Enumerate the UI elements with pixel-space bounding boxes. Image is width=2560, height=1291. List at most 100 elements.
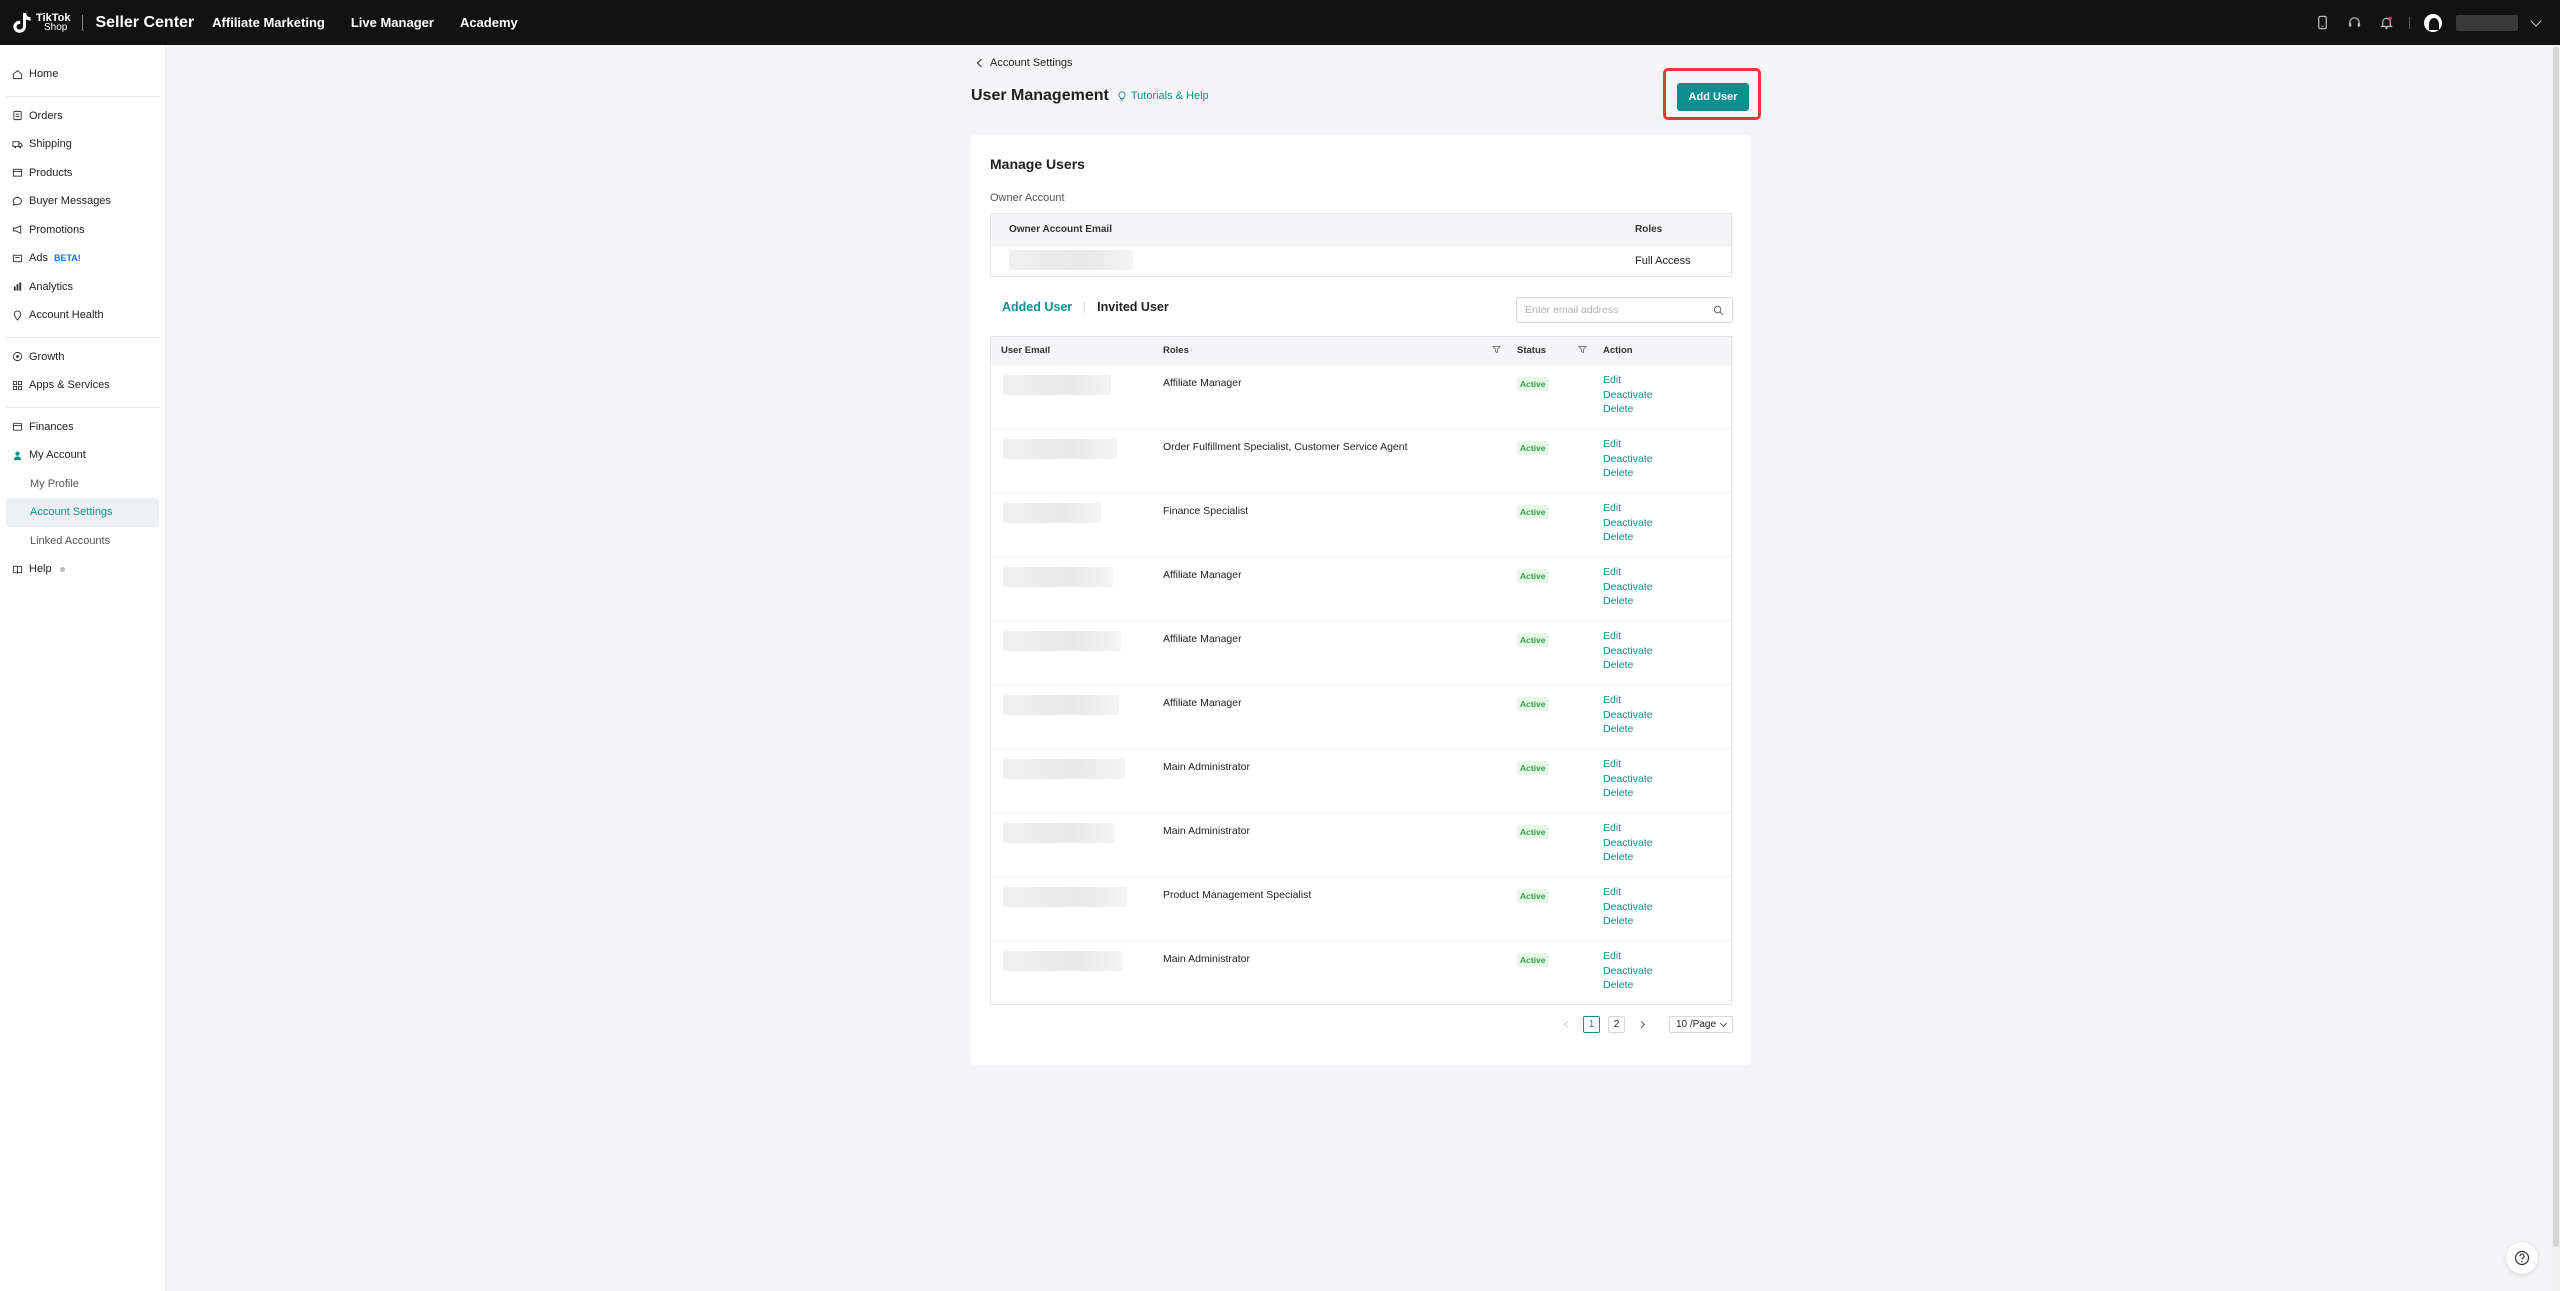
users-table: User Email Roles Status Action Affiliate… [990,336,1732,1005]
sidebar-item-shipping[interactable]: Shipping [0,130,165,159]
tutorials-label: Tutorials & Help [1130,90,1209,102]
sidebar-item-help[interactable]: Help [0,555,165,584]
sidebar-item-account-health[interactable]: Account Health [0,301,165,330]
headset-icon[interactable] [2345,14,2363,32]
tab-invited-user[interactable]: Invited User [1097,300,1169,314]
user-email-cell [991,941,1163,974]
redacted-email [1003,567,1113,587]
status-column-header: Status [1507,345,1593,356]
page-button-1[interactable]: 1 [1583,1016,1600,1033]
tab-added-user[interactable]: Added User [1002,300,1072,314]
edit-link[interactable]: Edit [1603,439,1653,450]
next-page-button[interactable] [1633,1017,1649,1033]
scrollbar-thumb[interactable] [2553,47,2559,1247]
deactivate-link[interactable]: Deactivate [1603,581,1653,593]
divider [1084,301,1086,313]
filter-icon[interactable] [1492,345,1501,354]
delete-link[interactable]: Delete [1603,468,1653,479]
redacted-email [1003,887,1127,907]
filter-icon[interactable] [1578,345,1587,354]
edit-link[interactable]: Edit [1603,375,1653,386]
column-header: Roles [1163,345,1189,356]
add-user-button[interactable]: Add User [1677,83,1749,111]
breadcrumb-label: Account Settings [990,57,1073,69]
sidebar-item-promotions[interactable]: Promotions [0,216,165,245]
role-cell: Affiliate Manager [1163,365,1507,389]
page-scrollbar[interactable] [2552,45,2560,1291]
action-cell: Edit Deactivate Delete [1593,941,1653,991]
edit-link[interactable]: Edit [1603,951,1653,962]
deactivate-link[interactable]: Deactivate [1603,965,1653,977]
question-icon [2514,1250,2530,1266]
deactivate-link[interactable]: Deactivate [1603,645,1653,657]
chevron-down-icon[interactable] [2530,14,2542,27]
search-icon[interactable] [1713,305,1724,316]
delete-link[interactable]: Delete [1603,596,1653,607]
tiktok-logo-icon [12,12,32,34]
sidebar-item-apps-services[interactable]: Apps & Services [0,371,165,400]
sidebar-item-label: Buyer Messages [29,195,111,208]
sidebar-item-products[interactable]: Products [0,159,165,188]
wallet-icon [12,421,23,432]
sidebar-item-buyer-messages[interactable]: Buyer Messages [0,187,165,216]
owner-email-cell [991,249,1635,273]
account-name-redacted[interactable] [2456,14,2518,31]
app-title[interactable]: Seller Center [95,14,194,32]
edit-link[interactable]: Edit [1603,503,1653,514]
sidebar-item-analytics[interactable]: Analytics [0,273,165,302]
deactivate-link[interactable]: Deactivate [1603,837,1653,849]
tutorials-help-link[interactable]: Tutorials & Help [1117,90,1209,102]
delete-link[interactable]: Delete [1603,980,1653,991]
sidebar-item-orders[interactable]: Orders [0,102,165,131]
page-size-select[interactable]: 10 /Page [1669,1016,1734,1033]
delete-link[interactable]: Delete [1603,660,1653,671]
delete-link[interactable]: Delete [1603,724,1653,735]
deactivate-link[interactable]: Deactivate [1603,709,1653,721]
delete-link[interactable]: Delete [1603,532,1653,543]
divider [6,95,160,97]
page-button-2[interactable]: 2 [1608,1016,1625,1033]
delete-link[interactable]: Delete [1603,788,1653,799]
edit-link[interactable]: Edit [1603,695,1653,706]
mobile-icon[interactable] [2313,14,2331,32]
sidebar-item-linked-accounts[interactable]: Linked Accounts [0,527,165,556]
redacted-email [1003,951,1123,971]
avatar[interactable] [2424,13,2442,32]
deactivate-link[interactable]: Deactivate [1603,389,1653,401]
logo-text-tiktok: TikTok [36,11,71,24]
sidebar-item-home[interactable]: Home [0,60,165,89]
deactivate-link[interactable]: Deactivate [1603,901,1653,913]
chevron-left-icon [976,58,986,68]
breadcrumb[interactable]: Account Settings [976,57,1073,69]
tiktok-shop-logo[interactable]: TikTok Shop [12,12,70,34]
edit-link[interactable]: Edit [1603,631,1653,642]
nav-academy[interactable]: Academy [460,15,518,30]
edit-link[interactable]: Edit [1603,567,1653,578]
sidebar-item-my-profile[interactable]: My Profile [0,470,165,499]
top-right-tools [2313,0,2542,45]
sidebar-item-account-settings[interactable]: Account Settings [6,498,159,527]
prev-page-button[interactable] [1559,1017,1575,1033]
sidebar-item-finances[interactable]: Finances [0,413,165,442]
truck-icon [12,139,23,150]
user-email-cell [991,749,1163,782]
sidebar-item-my-account[interactable]: My Account [0,441,165,470]
help-floating-button[interactable] [2506,1242,2538,1274]
sidebar-item-growth[interactable]: Growth [0,343,165,372]
nav-affiliate-marketing[interactable]: Affiliate Marketing [212,15,325,30]
edit-link[interactable]: Edit [1603,759,1653,770]
bell-icon[interactable] [2377,14,2395,32]
manage-users-card: Manage Users Owner Account Owner Account… [971,135,1750,1065]
deactivate-link[interactable]: Deactivate [1603,517,1653,529]
deactivate-link[interactable]: Deactivate [1603,773,1653,785]
delete-link[interactable]: Delete [1603,852,1653,863]
edit-link[interactable]: Edit [1603,823,1653,834]
nav-live-manager[interactable]: Live Manager [351,15,434,30]
deactivate-link[interactable]: Deactivate [1603,453,1653,465]
edit-link[interactable]: Edit [1603,887,1653,898]
table-row: Main Administrator Active Edit Deactivate De… [991,748,1731,812]
delete-link[interactable]: Delete [1603,916,1653,927]
delete-link[interactable]: Delete [1603,404,1653,415]
sidebar-item-ads[interactable]: Ads BETA! [0,244,165,273]
search-input[interactable] [1525,304,1713,316]
